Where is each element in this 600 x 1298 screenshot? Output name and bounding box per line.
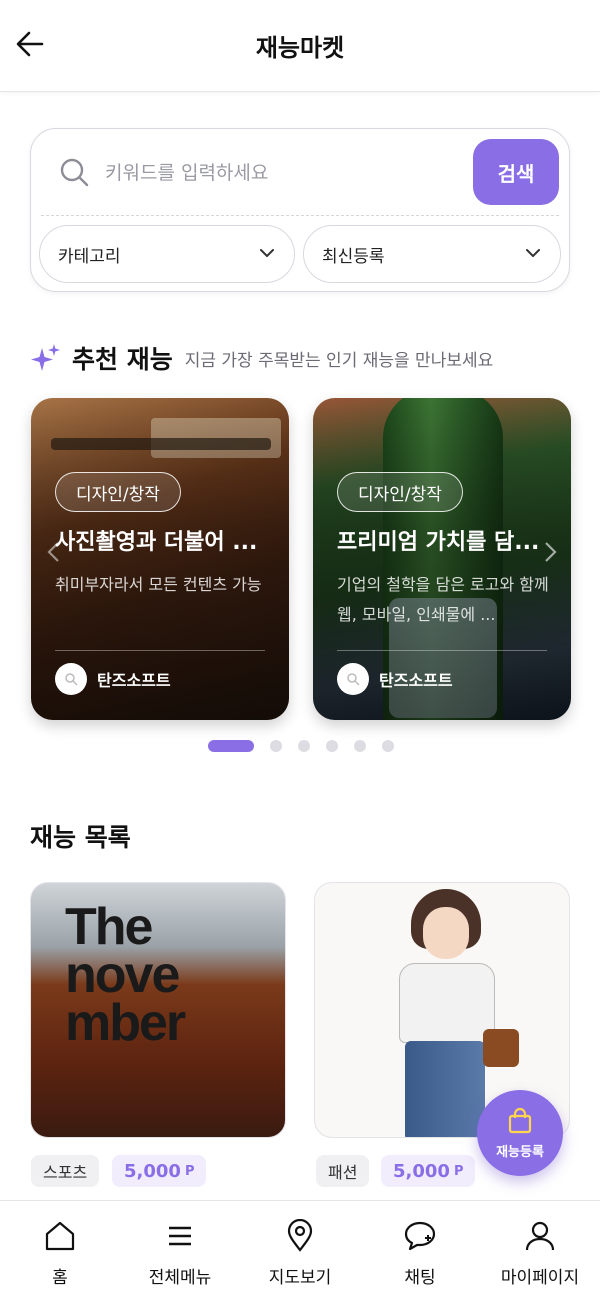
sparkle-icon (31, 344, 60, 371)
section-title: 추천 재능 (72, 345, 173, 374)
price-unit: P (184, 1163, 195, 1179)
author-name: 탄즈소프트 (97, 671, 171, 690)
price-tag: 5,000 P (112, 1155, 207, 1187)
divider (337, 650, 547, 651)
map-pin-icon (287, 1219, 313, 1252)
search-icon (65, 673, 78, 686)
category-badge: 디자인/창작 (337, 472, 463, 512)
bottom-nav: 홈 전체메뉴 지도보기 채팅 마이페이지 (0, 1200, 600, 1298)
page-title: 재능마켓 (255, 34, 345, 62)
search-input[interactable] (105, 153, 465, 193)
card-author: 탄즈소프트 (337, 662, 453, 696)
category-tag: 패션 (316, 1155, 370, 1187)
nav-label: 지도보기 (268, 1268, 332, 1288)
shopping-bag-icon (508, 1107, 532, 1133)
card-description: 기업의 철학을 담은 로고와 함께 웹, 모바일, 인쇄물에 ... (337, 575, 549, 624)
chevron-right-icon[interactable] (540, 540, 560, 564)
nav-item-chat[interactable]: 채팅 (360, 1201, 480, 1298)
recommend-card[interactable]: 디자인/창작 사진촬영과 더불어 ... 취미부자라서 모든 컨텐츠 가능 탄즈… (31, 398, 289, 720)
nav-item-map[interactable]: 지도보기 (240, 1201, 360, 1298)
menu-icon (169, 1226, 191, 1246)
chevron-down-icon (260, 249, 274, 257)
home-icon (45, 1221, 75, 1251)
search-panel: 검색 카테고리 최신등록 (30, 128, 570, 292)
nav-item-menu[interactable]: 전체메뉴 (120, 1201, 240, 1298)
card-author: 탄즈소프트 (55, 662, 171, 696)
pagination-dot[interactable] (326, 740, 338, 752)
category-badge: 디자인/창작 (55, 472, 181, 512)
search-icon (347, 673, 360, 686)
category-tag: 스포츠 (31, 1155, 100, 1187)
fab-label: 재능등록 (496, 1144, 544, 1160)
nav-item-home[interactable]: 홈 (0, 1201, 120, 1298)
author-name: 탄즈소프트 (379, 671, 453, 690)
avatar (55, 663, 87, 695)
card-description: 취미부자라서 모든 컨텐츠 가능 (55, 575, 262, 594)
price-unit: P (453, 1163, 464, 1179)
pagination-dot[interactable] (298, 740, 310, 752)
recommend-card[interactable]: 디자인/창작 프리미엄 가치를 담... 기업의 철학을 담은 로고와 함께 웹… (313, 398, 571, 720)
sort-dropdown[interactable]: 최신등록 (303, 225, 561, 283)
divider (41, 215, 559, 216)
recommend-header: 추천 재능 지금 가장 주목받는 인기 재능을 만나보세요 (30, 338, 493, 378)
search-icon (60, 158, 89, 187)
pagination-dot[interactable] (382, 740, 394, 752)
price-tag: 5,000 P (381, 1155, 476, 1187)
cup-print-text: The nove mber (65, 898, 186, 1052)
nav-label: 채팅 (404, 1268, 436, 1288)
pagination-dot[interactable] (270, 740, 282, 752)
category-dropdown[interactable]: 카테고리 (39, 225, 295, 283)
nav-label: 마이페이지 (500, 1268, 580, 1288)
illustration-detail (423, 907, 469, 959)
avatar (337, 663, 369, 695)
nav-item-mypage[interactable]: 마이페이지 (480, 1201, 600, 1298)
illustration-detail (399, 963, 495, 1043)
list-item-image[interactable]: The nove mber (30, 882, 286, 1138)
price-value: 5,000 (124, 1160, 181, 1182)
section-subtitle: 지금 가장 주목받는 인기 재능을 만나보세요 (184, 350, 494, 371)
pagination-dot[interactable] (354, 740, 366, 752)
section-title: 재능 목록 (30, 823, 131, 852)
search-button[interactable]: 검색 (473, 139, 559, 205)
nav-label: 전체메뉴 (148, 1268, 212, 1288)
card-title: 사진촬영과 더불어 ... (55, 530, 258, 555)
category-dropdown-label: 카테고리 (58, 246, 121, 267)
sort-dropdown-label: 최신등록 (322, 246, 385, 267)
chevron-left-icon[interactable] (44, 540, 64, 564)
divider (55, 650, 265, 651)
app-header: 재능마켓 (0, 0, 600, 92)
pagination-dot-active[interactable] (208, 740, 254, 752)
card-title: 프리미엄 가치를 담... (337, 530, 540, 555)
chevron-down-icon (526, 249, 540, 257)
chat-icon (404, 1221, 436, 1251)
price-value: 5,000 (393, 1160, 450, 1182)
illustration-detail (483, 1029, 519, 1067)
register-talent-button[interactable]: 재능등록 (477, 1090, 563, 1176)
illustration-detail (405, 1041, 485, 1137)
nav-label: 홈 (52, 1268, 68, 1288)
carousel-pagination (208, 740, 410, 752)
user-icon (525, 1221, 555, 1251)
